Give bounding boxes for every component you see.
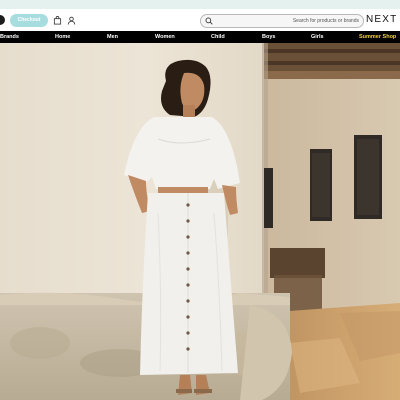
nav-item-child[interactable]: Child [211, 31, 225, 43]
nav-item-women[interactable]: Women [155, 31, 175, 43]
next-logo[interactable]: NEXT [366, 14, 397, 25]
checkout-button[interactable]: Checkout [10, 14, 48, 27]
hero-banner[interactable] [0, 43, 400, 400]
main-nav: Brands Home Men Women Child Boys Girls S… [0, 31, 400, 43]
nav-item-men[interactable]: Men [107, 31, 118, 43]
hero-image [0, 43, 400, 400]
account-icon[interactable] [67, 16, 76, 25]
top-strip [0, 0, 400, 9]
nav-item-girls[interactable]: Girls [311, 31, 324, 43]
nav-item-home[interactable]: Home [55, 31, 70, 43]
search-icon[interactable] [205, 17, 213, 25]
nav-item-boys[interactable]: Boys [262, 31, 275, 43]
site-header: Checkout NEXT [0, 9, 400, 31]
whatsapp-icon[interactable] [0, 15, 5, 25]
nav-item-brands[interactable]: Brands [0, 31, 19, 43]
nav-item-summer-shop[interactable]: Summer Shop [359, 31, 396, 43]
search-bar [200, 14, 364, 28]
search-input[interactable] [215, 15, 361, 27]
bag-icon[interactable] [53, 16, 62, 25]
